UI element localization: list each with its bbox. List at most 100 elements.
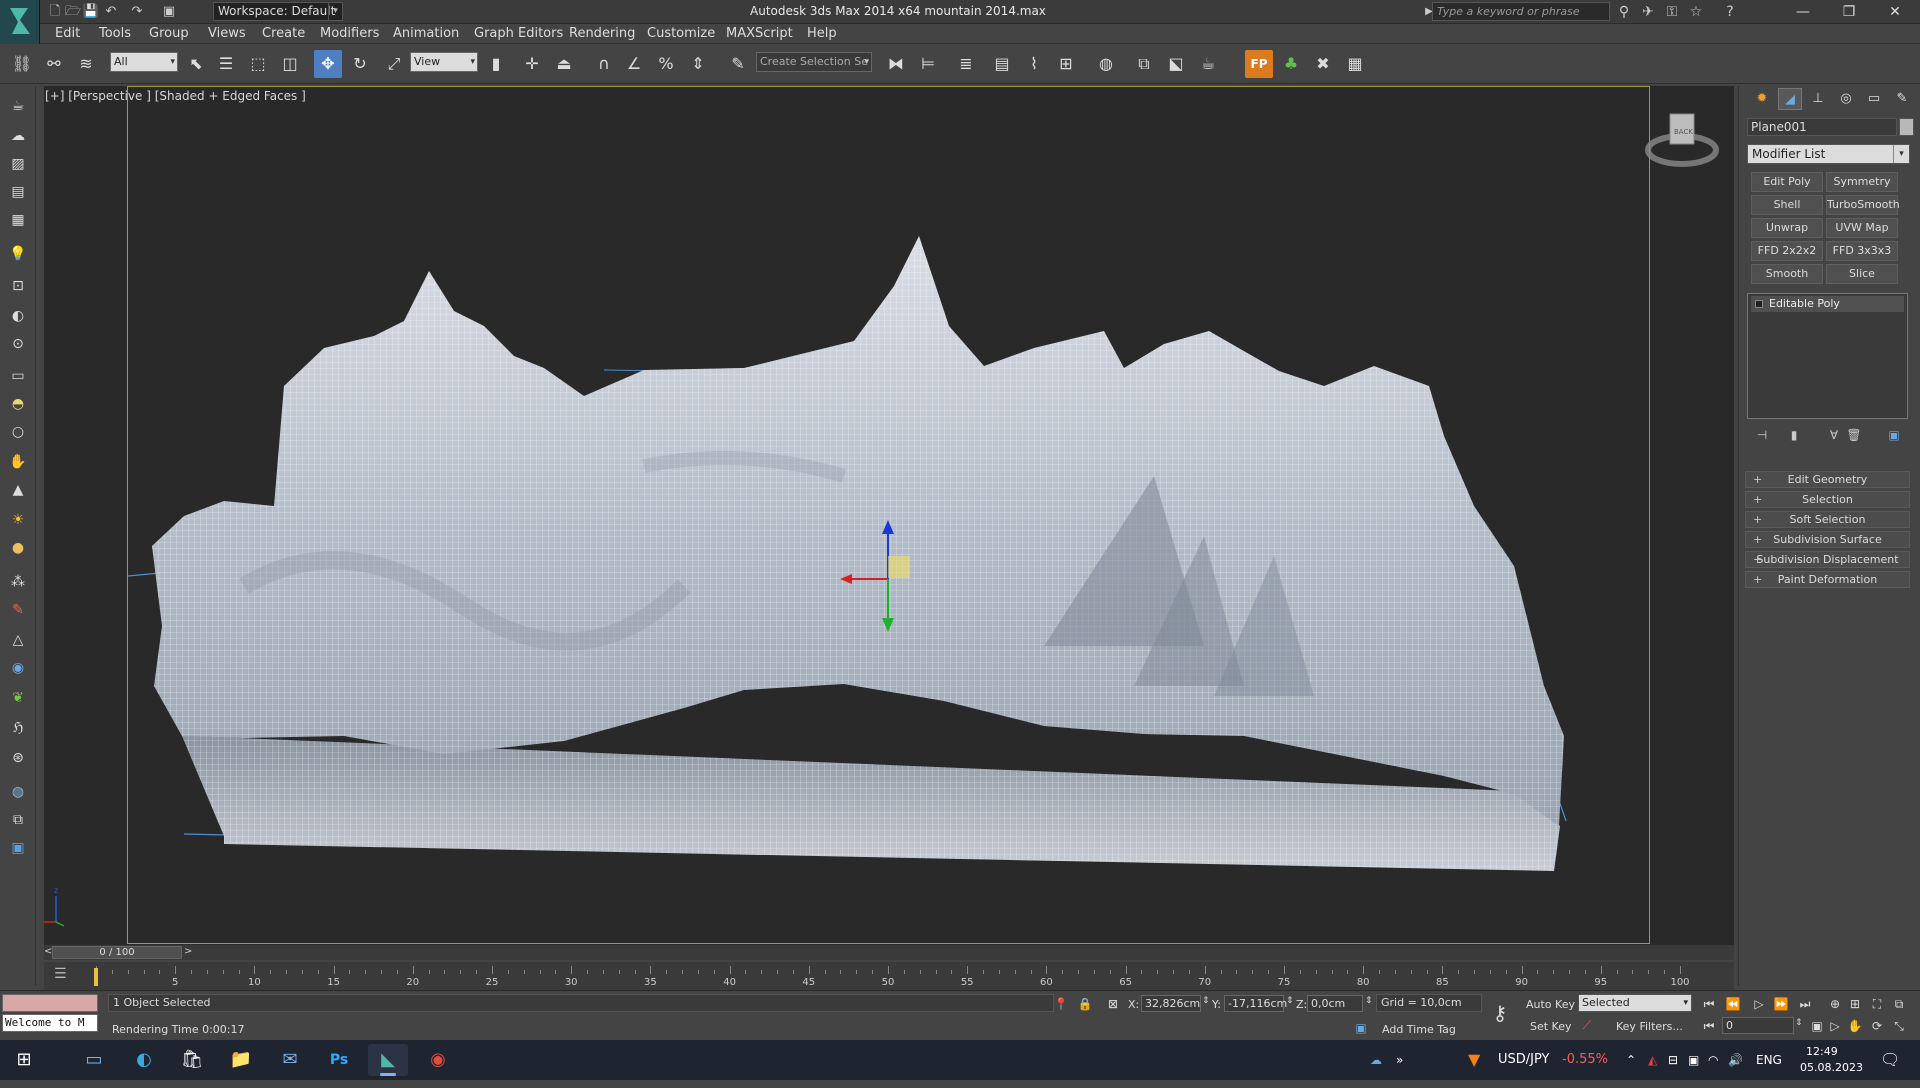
rendered-frame-window-icon[interactable]: ⬕ [1162, 50, 1190, 78]
menu-maxscript[interactable]: MAXScript [726, 26, 793, 41]
time-slider-thumb[interactable]: 0 / 100 [52, 946, 182, 959]
helper-icon[interactable]: ◐ [5, 304, 31, 328]
light-icon[interactable]: 💡 [5, 242, 31, 266]
volume-icon[interactable]: 🔊 [1728, 1040, 1743, 1080]
percent-snap-icon[interactable]: % [652, 50, 680, 78]
binoculars-icon[interactable]: ⚲ [1614, 2, 1634, 22]
y-spinner-icon[interactable]: ⇕ [1286, 996, 1294, 1006]
zoom-all-icon[interactable]: ⊞ [1846, 995, 1864, 1013]
currency-pair-label[interactable]: USD/JPY [1498, 1040, 1550, 1080]
display-tab-icon[interactable]: ▭ [1862, 88, 1886, 110]
fp-plugin-icon[interactable]: FP [1245, 50, 1273, 78]
hemisphere-icon[interactable]: ◓ [5, 392, 31, 416]
antivirus-icon[interactable]: ◭ [1648, 1040, 1657, 1080]
workspace-dropdown[interactable]: Workspace: Default ▾ [213, 2, 343, 21]
zoom-icon[interactable]: ⊕ [1826, 995, 1844, 1013]
file-explorer-icon[interactable]: 📁 [221, 1044, 261, 1076]
go-to-end-icon[interactable]: ⏭ [1796, 995, 1814, 1013]
set-key-button[interactable]: Set Key [1530, 1020, 1572, 1033]
viewport-label[interactable]: [+] [Perspective ] [Shaded + Edged Faces… [45, 89, 306, 103]
named-selection-dropdown[interactable]: Create Selection Se ▾ [756, 52, 872, 72]
water-icon[interactable]: ◍ [5, 780, 31, 804]
undo-icon[interactable]: ↶ [102, 3, 120, 21]
redo-icon[interactable]: ↷ [128, 3, 146, 21]
menu-modifiers[interactable]: Modifiers [320, 26, 379, 41]
hierarchy-tab-icon[interactable]: ⊥ [1806, 88, 1830, 110]
minimize-button[interactable]: — [1780, 0, 1826, 24]
favorites-star-icon[interactable]: ☆ [1686, 2, 1706, 22]
network-icon[interactable]: ⊟ [1668, 1040, 1678, 1080]
microsoft-store-icon[interactable]: 🛍 [172, 1044, 212, 1076]
menu-animation[interactable]: Animation [393, 26, 459, 41]
selection-lock-icon[interactable]: 🔒 [1076, 995, 1094, 1013]
key-mode-dropdown[interactable]: Selected ▾ [1578, 994, 1692, 1012]
windows-start-icon[interactable]: ⊞ [4, 1044, 44, 1076]
search-input[interactable]: Type a keyword or phrase [1432, 2, 1610, 21]
keyboard-shortcut-override-icon[interactable]: ⏏ [550, 50, 578, 78]
rollout-selection[interactable]: + Selection [1745, 491, 1910, 508]
frame-spinner-icon[interactable]: ⇕ [1795, 1018, 1803, 1028]
unlink-icon[interactable]: ⚯ [40, 50, 68, 78]
render-production-icon[interactable]: ☕ [1194, 50, 1222, 78]
menu-group[interactable]: Group [149, 26, 189, 41]
communication-center-icon[interactable]: ✈ [1638, 2, 1658, 22]
next-key-icon[interactable]: ⏩ [1772, 995, 1790, 1013]
add-time-tag-button[interactable]: Add Time Tag [1382, 1023, 1456, 1036]
key-filters-button[interactable]: Key Filters... [1616, 1020, 1683, 1033]
remove-modifier-icon[interactable]: 🗑 [1843, 425, 1865, 445]
particle-icon[interactable]: ⁂ [5, 570, 31, 594]
z-coordinate-field[interactable]: 0,0cm [1307, 995, 1363, 1012]
motion-tab-icon[interactable]: ◎ [1834, 88, 1858, 110]
rollout-soft-selection[interactable]: + Soft Selection [1745, 511, 1910, 528]
menu-customize[interactable]: Customize [647, 26, 715, 41]
layer-manager-icon[interactable]: ≣ [952, 50, 980, 78]
reference-coordinate-dropdown[interactable]: View ▾ [410, 52, 478, 72]
prev-key-icon[interactable]: ⏪ [1724, 995, 1742, 1013]
object-color-swatch[interactable] [1899, 118, 1914, 136]
edge-browser-icon[interactable]: ◐ [124, 1044, 164, 1076]
tree-plugin-icon[interactable]: ♣ [1277, 50, 1305, 78]
stack-item-toggle-icon[interactable] [1755, 300, 1763, 308]
zoom-extents-all-icon[interactable]: ⧉ [1890, 995, 1908, 1013]
select-object-icon[interactable]: ⬉ [182, 50, 210, 78]
create-tab-icon[interactable]: ✹ [1750, 88, 1774, 110]
menu-help[interactable]: Help [807, 26, 837, 41]
3ds-max-taskbar-icon[interactable]: ◣ [368, 1044, 408, 1076]
graphite-ribbon-icon[interactable]: ▤ [988, 50, 1016, 78]
move-icon[interactable]: ✥ [314, 50, 342, 78]
menu-views[interactable]: Views [208, 26, 246, 41]
key-mode-toggle-icon[interactable]: ⏮ [1700, 1017, 1718, 1035]
scale-icon[interactable]: ⤢ [380, 50, 408, 78]
app-logo-button[interactable] [0, 0, 40, 44]
menu-graph-editors[interactable]: Graph Editors [474, 26, 563, 41]
mini-curve-editor-icon[interactable]: ☰ [54, 966, 67, 982]
unwrap-uvw-button[interactable]: Unwrap UVW [1751, 218, 1823, 252]
spinner-snap-icon[interactable]: ⇕ [684, 50, 712, 78]
display-icon[interactable]: ▣ [1688, 1040, 1699, 1080]
script-plugin-icon[interactable]: ▦ [1341, 50, 1369, 78]
x-spinner-icon[interactable]: ⇕ [1202, 996, 1210, 1006]
image-icon[interactable]: ▨ [5, 152, 31, 176]
key-icon[interactable]: ⚷ [1488, 1003, 1512, 1023]
maxscript-listener-input[interactable]: Welcome to M [2, 1014, 98, 1032]
clock-date[interactable]: 05.08.2023 [1800, 1048, 1863, 1088]
cone-icon[interactable]: ▲ [5, 478, 31, 502]
globe-icon[interactable]: ● [5, 536, 31, 560]
menu-rendering[interactable]: Rendering [569, 26, 635, 41]
modify-tab-icon[interactable]: ◢ [1778, 88, 1802, 110]
ffd-2x2x2-button[interactable]: FFD 2x2x2 [1751, 241, 1823, 261]
document-icon[interactable]: ▤ [5, 180, 31, 204]
material-editor-icon[interactable]: ◍ [1092, 50, 1120, 78]
task-view-icon[interactable]: ▭ [74, 1044, 114, 1076]
rollout-paint-deformation[interactable]: + Paint Deformation [1745, 571, 1910, 588]
window-crossing-icon[interactable]: ◫ [276, 50, 304, 78]
compass-icon[interactable]: △ [5, 628, 31, 652]
play-icon[interactable]: ▷ [1750, 995, 1768, 1013]
paint-icon[interactable]: ✎ [5, 598, 31, 622]
select-by-name-icon[interactable]: ☰ [212, 50, 240, 78]
new-file-icon[interactable]: 🗋 [46, 3, 64, 21]
cloud-icon[interactable]: ☁ [5, 124, 31, 148]
mail-icon[interactable]: ✉ [270, 1044, 310, 1076]
x-coordinate-field[interactable]: 32,826cm [1141, 995, 1201, 1012]
edit-poly-button[interactable]: Edit Poly [1751, 172, 1823, 192]
